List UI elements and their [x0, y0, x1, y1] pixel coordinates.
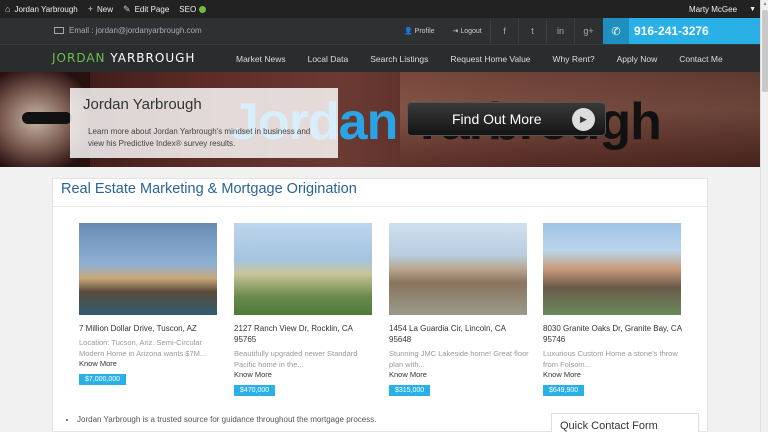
linkedin-icon[interactable]: in	[546, 18, 574, 44]
nav-market-news[interactable]: Market News	[236, 54, 286, 64]
profile-link[interactable]: 👤 Profile	[404, 27, 435, 35]
admin-bar: ⌂ Jordan Yarbrough + New ✎ Edit Page SEO…	[0, 0, 760, 18]
nav-contact-me[interactable]: Contact Me	[679, 54, 722, 64]
sunglasses-shape	[22, 112, 72, 124]
listing-address[interactable]: 1454 La Guardia Cir, Lincoln, CA 95648	[389, 323, 529, 345]
listing-card[interactable]: 1454 La Guardia Cir, Lincoln, CA 95648 S…	[389, 223, 529, 397]
logo-first: JORDAN	[52, 51, 111, 65]
section-heading: Real Estate Marketing & Mortgage Origina…	[61, 181, 357, 197]
listing-address[interactable]: 7 Million Dollar Drive, Tuscon, AZ	[79, 323, 219, 334]
cta-label: Find Out More	[452, 111, 542, 127]
listing-photo[interactable]	[234, 223, 372, 315]
profile-label: Profile	[414, 28, 435, 35]
site-logo[interactable]: JORDAN YARBROUGH	[52, 51, 195, 65]
banner-card-desc: Learn more about Jordan Yarbrough's mind…	[88, 127, 311, 148]
know-more-link[interactable]: Know More	[543, 370, 683, 379]
nav-apply-now[interactable]: Apply Now	[617, 54, 658, 64]
admin-seo-label: SEO	[179, 4, 197, 14]
phone-icon: ✆	[603, 18, 629, 44]
listing-photo[interactable]	[79, 223, 217, 315]
mail-icon	[54, 27, 64, 34]
vertical-scrollbar[interactable]: ▲	[760, 0, 768, 432]
logout-label: Logout	[460, 28, 482, 35]
listing-blurb: Stunning JMC Lakeside home! Great floor …	[389, 349, 529, 369]
know-more-link[interactable]: Know More	[234, 370, 374, 379]
listing-card[interactable]: 2127 Ranch View Dr, Rocklin, CA 95765 Be…	[234, 223, 374, 397]
admin-new-label: New	[97, 4, 114, 14]
bullet-item: Jordan Yarbrough is a trusted source for…	[77, 415, 376, 424]
listing-card[interactable]: 7 Million Dollar Drive, Tuscon, AZ Locat…	[79, 223, 219, 386]
quick-contact-form: Quick Contact Form	[551, 413, 699, 432]
hero-banner: Jordan Yarbrough Jordan Yarbrough Learn …	[0, 72, 760, 167]
listing-card[interactable]: 8030 Granite Oaks Dr, Granite Bay, CA 95…	[543, 223, 683, 397]
banner-info-card: Jordan Yarbrough Learn more about Jordan…	[70, 88, 338, 158]
listing-blurb: Luxurious Custom Home a stone's throw fr…	[543, 349, 678, 369]
quick-contact-title: Quick Contact Form	[560, 420, 658, 432]
know-more-link[interactable]: Know More	[79, 359, 219, 368]
admin-user-name[interactable]: Marty McGee	[689, 5, 737, 14]
admin-edit-page-button[interactable]: ✎ Edit Page	[118, 0, 174, 18]
home-icon: ⌂	[5, 4, 11, 14]
facebook-icon[interactable]: f	[490, 18, 518, 44]
nav-request-home-value[interactable]: Request Home Value	[450, 54, 530, 64]
price-badge: $649,900	[543, 385, 585, 396]
admin-new-button[interactable]: + New	[83, 0, 118, 18]
listing-address[interactable]: 8030 Granite Oaks Dr, Granite Bay, CA 95…	[543, 323, 683, 345]
user-menu-caret-icon[interactable]: ▼	[749, 6, 756, 13]
price-badge: $470,000	[234, 385, 276, 396]
listing-photo[interactable]	[543, 223, 681, 315]
phone-button[interactable]: ✆ 916-241-3276	[603, 18, 760, 44]
admin-edit-label: Edit Page	[134, 4, 170, 14]
nav-search-listings[interactable]: Search Listings	[370, 54, 428, 64]
seo-status-icon	[199, 5, 207, 13]
plus-icon: +	[87, 4, 94, 14]
pencil-icon: ✎	[123, 3, 131, 14]
listing-photo[interactable]	[389, 223, 527, 315]
twitter-icon[interactable]: t	[518, 18, 546, 44]
divider	[53, 206, 709, 207]
admin-site-link[interactable]: ⌂ Jordan Yarbrough	[0, 0, 83, 18]
admin-seo-menu[interactable]: SEO	[174, 0, 211, 18]
main-nav: JORDAN YARBROUGH Market News Local Data …	[0, 44, 760, 72]
nav-why-rent[interactable]: Why Rent?	[553, 54, 595, 64]
price-badge: $7,000,000	[79, 374, 127, 385]
find-out-more-button[interactable]: Find Out More ▶	[407, 102, 606, 136]
logout-link[interactable]: ⇥ Logout	[453, 27, 482, 35]
listing-address[interactable]: 2127 Ranch View Dr, Rocklin, CA 95765	[234, 323, 374, 345]
listing-blurb: Beautifully upgraded newer Standard Paci…	[234, 349, 358, 369]
google-plus-icon[interactable]: g+	[574, 18, 602, 44]
admin-site-name: Jordan Yarbrough	[14, 4, 78, 14]
play-icon: ▶	[572, 108, 595, 131]
logo-last: YARBROUGH	[110, 51, 196, 65]
scroll-thumb[interactable]	[762, 10, 768, 92]
email-text: Email : jordan@jordanyarbrough.com	[69, 26, 202, 35]
listing-blurb: Location: Tucson, Ariz. Semi-Circular Mo…	[79, 338, 207, 358]
info-bullets: Jordan Yarbrough is a trusted source for…	[65, 415, 376, 424]
main-content: Real Estate Marketing & Mortgage Origina…	[52, 178, 709, 432]
scroll-up-icon[interactable]: ▲	[761, 0, 768, 8]
nav-local-data[interactable]: Local Data	[308, 54, 349, 64]
know-more-link[interactable]: Know More	[389, 370, 529, 379]
banner-card-name: Jordan Yarbrough	[83, 96, 202, 113]
price-badge: $315,000	[389, 385, 431, 396]
top-info-bar: Email : jordan@jordanyarbrough.com 👤 Pro…	[0, 18, 760, 44]
email-contact[interactable]: Email : jordan@jordanyarbrough.com	[54, 26, 202, 35]
phone-number: 916-241-3276	[634, 24, 709, 38]
